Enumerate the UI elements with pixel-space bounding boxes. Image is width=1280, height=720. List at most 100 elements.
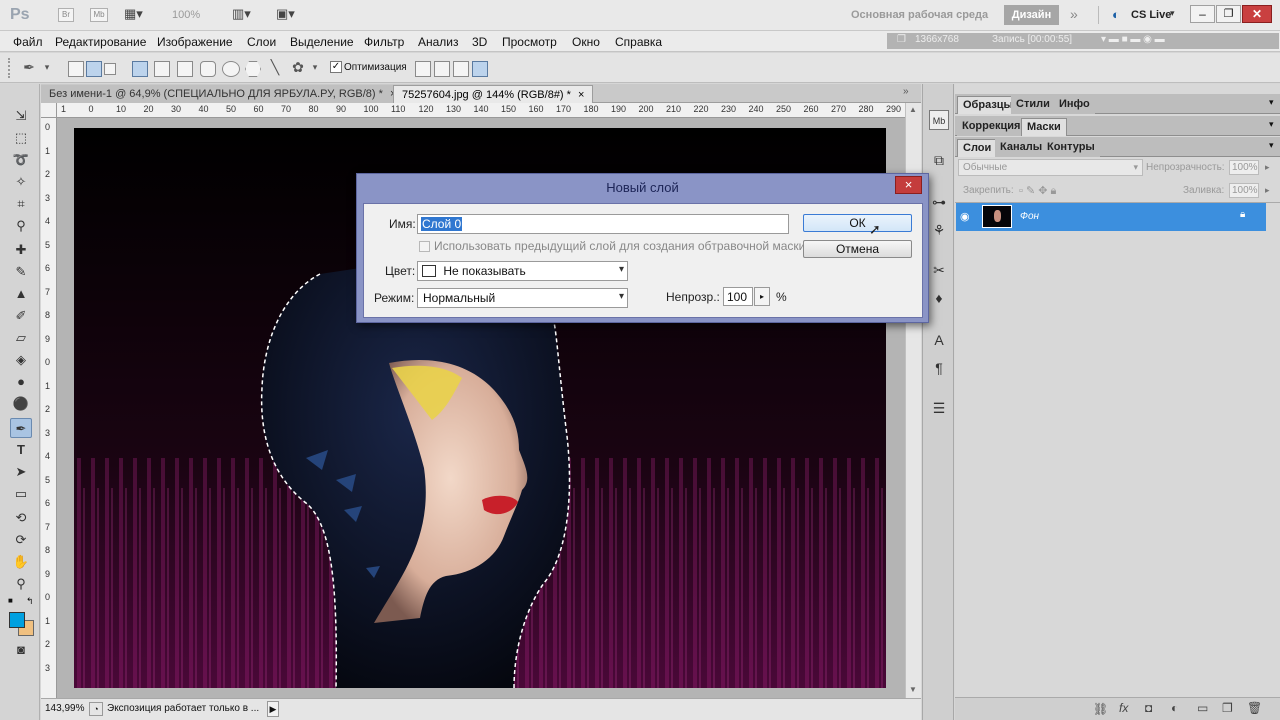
panel-menu-icon[interactable]: ▾ xyxy=(1269,140,1274,151)
color-select[interactable]: Не показывать ▾ xyxy=(417,261,628,281)
tab-overflow-icon[interactable]: » xyxy=(903,86,909,97)
blend-mode-select[interactable]: Обычные ▾ xyxy=(958,159,1143,176)
path-exclude-icon[interactable] xyxy=(472,61,488,77)
mini-bridge-panel-icon[interactable]: Mb xyxy=(929,110,949,130)
tab-adjustments[interactable]: Коррекция xyxy=(957,118,1026,136)
foreground-color-swatch[interactable] xyxy=(9,612,25,628)
history-brush-tool-icon[interactable]: ✐ xyxy=(10,306,32,326)
path-subtract-icon[interactable] xyxy=(434,61,450,77)
layer-name-field[interactable]: Слой 0 xyxy=(417,214,789,234)
tab-styles[interactable]: Стили xyxy=(1011,96,1055,114)
workspace-label[interactable]: Основная рабочая среда xyxy=(851,9,988,21)
path-intersect-icon[interactable] xyxy=(453,61,469,77)
status-info-icon[interactable]: ◔ xyxy=(89,702,103,716)
fill-slider-icon[interactable]: ▸ xyxy=(1265,185,1270,196)
pen-tool-icon[interactable]: ✒ xyxy=(10,418,32,438)
clone-stamp-tool-icon[interactable]: ▲ xyxy=(10,284,32,304)
plugin-panel-icon[interactable]: ⚘ xyxy=(929,220,949,240)
eyedropper-tool-icon[interactable]: ⚲ xyxy=(10,216,32,236)
pen-icon[interactable] xyxy=(132,61,148,77)
marquee-tool-icon[interactable]: ⬚ xyxy=(10,128,32,148)
close-app-icon[interactable]: ✕ xyxy=(1242,5,1272,23)
freeform-pen-icon[interactable] xyxy=(154,61,170,77)
vertical-ruler[interactable]: 0 1 2 3 4 5 6 7 8 9 0 1 2 3 4 5 6 7 8 9 0 1 2 3 xyxy=(41,118,57,698)
ok-button[interactable]: ОК xyxy=(803,214,912,232)
opacity-input[interactable]: 100% xyxy=(1229,160,1259,175)
history-panel-icon[interactable]: ⧉ xyxy=(929,150,949,170)
lock-icons[interactable]: ▫ ✎ ✥ 🔒︎ xyxy=(1019,184,1056,198)
menu-select[interactable]: Выделение xyxy=(290,35,354,49)
dodge-tool-icon[interactable]: ⚫ xyxy=(10,394,32,414)
menu-image[interactable]: Изображение xyxy=(157,35,233,49)
move-tool-icon[interactable]: ⇲ xyxy=(10,106,32,126)
paint-bucket-tool-icon[interactable]: ◈ xyxy=(10,350,32,370)
ruler-origin[interactable] xyxy=(41,103,57,118)
tab-swatches[interactable]: Образцы xyxy=(957,96,1019,114)
default-colors-icon[interactable]: ■ xyxy=(8,596,13,605)
tab-channels[interactable]: Каналы xyxy=(995,139,1048,157)
fill-input[interactable]: 100% xyxy=(1229,183,1259,198)
paragraph-panel-icon[interactable]: ¶ xyxy=(929,358,949,378)
shape-layers-icon[interactable] xyxy=(68,61,84,77)
rectangle-icon[interactable] xyxy=(177,61,193,77)
tab-paths[interactable]: Контуры xyxy=(1042,139,1100,157)
actions-panel-icon[interactable]: ⊶ xyxy=(929,192,949,212)
menu-3d[interactable]: 3D xyxy=(472,35,487,49)
brush-tool-icon[interactable]: ✎ xyxy=(10,262,32,282)
quick-mask-icon[interactable]: ◙ xyxy=(10,640,32,660)
lasso-tool-icon[interactable]: ➰ xyxy=(10,150,32,170)
opacity-slider-icon[interactable]: ▸ xyxy=(754,287,770,306)
polygon-icon[interactable] xyxy=(245,61,261,77)
recorder-controls-icon[interactable]: ▾ ▬ ■ ▬ ◉ ▬ xyxy=(1101,34,1165,45)
bridge-icon[interactable]: Br xyxy=(58,8,74,22)
link-layers-icon[interactable]: ⛓ xyxy=(1093,702,1108,716)
delete-layer-icon[interactable]: 🗑︎ xyxy=(1247,701,1262,715)
panel-menu-icon[interactable]: ▾ xyxy=(1269,97,1274,108)
menu-analysis[interactable]: Анализ xyxy=(418,35,459,49)
menu-view[interactable]: Просмотр xyxy=(502,35,557,49)
zoom-level-readout[interactable]: 100% xyxy=(172,9,200,21)
opacity-slider-icon[interactable]: ▸ xyxy=(1265,162,1270,173)
chevron-down-icon[interactable]: ▾ xyxy=(306,59,324,75)
swap-colors-icon[interactable]: ↰ xyxy=(26,596,34,607)
line-icon[interactable]: ╲ xyxy=(266,59,284,75)
quick-select-tool-icon[interactable]: ✧ xyxy=(10,172,32,192)
tab-document-1[interactable]: Без имени-1 @ 64,9% (СПЕЦИАЛЬНО ДЛЯ ЯРБУ… xyxy=(41,85,405,103)
mode-select[interactable]: Нормальный ▾ xyxy=(417,288,628,308)
menu-help[interactable]: Справка xyxy=(615,35,662,49)
fill-pixels-icon[interactable] xyxy=(104,63,116,75)
restore-icon[interactable]: ❐ xyxy=(1216,5,1241,23)
new-group-icon[interactable]: ▭ xyxy=(1197,701,1208,715)
new-layer-icon[interactable]: ❐ xyxy=(1222,701,1233,715)
layer-name[interactable]: Фон xyxy=(1020,211,1039,222)
paths-icon[interactable] xyxy=(86,61,102,77)
add-mask-icon[interactable]: ◘ xyxy=(1145,701,1152,715)
character-panel-icon[interactable]: A xyxy=(929,330,949,350)
tab-masks[interactable]: Маски xyxy=(1021,118,1067,136)
path-selection-tool-icon[interactable]: ➤ xyxy=(10,462,32,482)
extras-icon[interactable]: ▦▾ xyxy=(124,6,143,22)
cancel-button[interactable]: Отмена xyxy=(803,240,912,258)
status-menu-icon[interactable]: ▶ xyxy=(267,701,279,717)
healing-brush-tool-icon[interactable]: ✚ xyxy=(10,240,32,260)
custom-shape-icon[interactable]: ✿ xyxy=(289,59,307,75)
mini-bridge-icon[interactable]: Mb xyxy=(90,8,108,22)
status-zoom[interactable]: 143,99% xyxy=(45,703,84,714)
3d-rotate-tool-icon[interactable]: ⟲ xyxy=(10,508,32,528)
menu-window[interactable]: Окно xyxy=(572,35,600,49)
more-workspaces-icon[interactable]: » xyxy=(1070,6,1078,22)
tab-document-2[interactable]: 75257604.jpg @ 144% (RGB/8#) * × xyxy=(393,85,594,103)
rounded-rectangle-icon[interactable] xyxy=(200,61,216,77)
zoom-tool-icon[interactable]: ⚲ xyxy=(10,574,32,594)
ellipse-icon[interactable] xyxy=(222,61,240,77)
optimization-checkbox[interactable]: ✓ xyxy=(330,61,342,73)
tab-info[interactable]: Инфо xyxy=(1054,96,1095,114)
arrange-documents-icon[interactable]: ▥▾ xyxy=(232,6,251,22)
screen-mode-icon[interactable]: ▣▾ xyxy=(276,6,295,22)
hand-tool-icon[interactable]: ✋ xyxy=(10,552,32,572)
eraser-tool-icon[interactable]: ▱ xyxy=(10,328,32,348)
menu-file[interactable]: Файл xyxy=(13,35,43,49)
3d-orbit-tool-icon[interactable]: ⟳ xyxy=(10,530,32,550)
minimize-icon[interactable]: – xyxy=(1190,5,1215,23)
crop-tool-icon[interactable]: ⌗ xyxy=(10,194,32,214)
